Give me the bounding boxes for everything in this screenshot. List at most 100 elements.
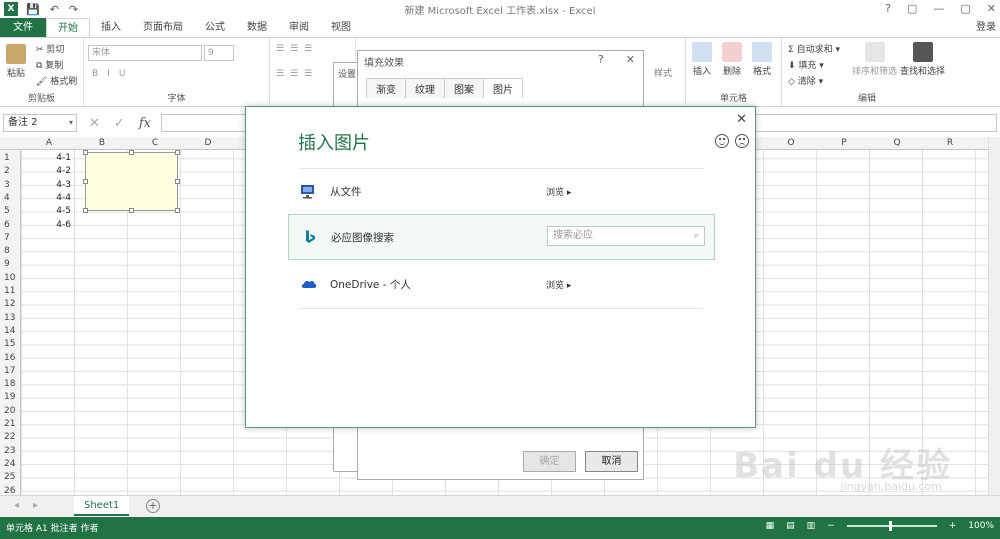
autosum-button[interactable]: Σ 自动求和 ▾: [788, 42, 840, 55]
zoom-level[interactable]: 100%: [968, 521, 994, 531]
row-header[interactable]: 3: [0, 180, 18, 190]
paste-button[interactable]: 粘贴: [6, 44, 26, 79]
delete-cells-button[interactable]: 删除: [722, 42, 742, 77]
insert-function-icon[interactable]: fx: [139, 116, 151, 131]
font-name-select[interactable]: 宋体: [88, 45, 202, 61]
resize-handle[interactable]: [175, 179, 180, 184]
close-icon[interactable]: ✕: [736, 112, 747, 127]
close-window-button[interactable]: ✕: [987, 2, 996, 15]
tab-page-layout[interactable]: 页面布局: [132, 18, 194, 37]
ribbon-display-button[interactable]: ▢: [907, 2, 917, 15]
column-header[interactable]: Q: [887, 137, 907, 150]
tab-formulas[interactable]: 公式: [194, 18, 236, 37]
resize-handle[interactable]: [175, 208, 180, 213]
tab-data[interactable]: 数据: [236, 18, 278, 37]
tab-gradient[interactable]: 渐变: [366, 78, 406, 98]
zoom-slider[interactable]: [846, 521, 937, 531]
add-sheet-button[interactable]: +: [146, 499, 160, 513]
row-header[interactable]: 11: [0, 286, 18, 296]
save-icon[interactable]: 💾: [26, 3, 40, 16]
row-header[interactable]: 9: [0, 259, 18, 269]
bing-search-row[interactable]: 必应图像搜索 搜索必应 ⌕: [288, 214, 715, 260]
row-header[interactable]: 8: [0, 246, 18, 256]
page-layout-icon[interactable]: ▤: [786, 521, 795, 531]
resize-handle[interactable]: [175, 150, 180, 155]
resize-handle[interactable]: [129, 208, 134, 213]
from-file-row[interactable]: 从文件 浏览 ▸: [288, 169, 715, 215]
row-header[interactable]: 15: [0, 339, 18, 349]
row-header[interactable]: 16: [0, 353, 18, 363]
cut-button[interactable]: ✂ 剪切: [36, 42, 64, 55]
row-header[interactable]: 20: [0, 406, 18, 416]
tab-review[interactable]: 审阅: [278, 18, 320, 37]
resize-handle[interactable]: [83, 208, 88, 213]
vertical-scrollbar[interactable]: [988, 137, 1000, 495]
column-header[interactable]: R: [940, 137, 960, 150]
font-style-buttons[interactable]: BIU: [92, 69, 134, 79]
bing-search-input[interactable]: 搜索必应 ⌕: [547, 226, 705, 246]
row-header[interactable]: 19: [0, 392, 18, 402]
prev-sheet-icon[interactable]: ◂: [14, 500, 19, 511]
row-header[interactable]: 12: [0, 299, 18, 309]
fill-close-button[interactable]: ✕: [626, 53, 635, 66]
clear-button[interactable]: ◇ 清除 ▾: [788, 74, 823, 87]
row-header[interactable]: 23: [0, 446, 18, 456]
row-header[interactable]: 21: [0, 419, 18, 429]
align-horizontal-icons[interactable]: ☰☰☰: [276, 69, 318, 79]
align-top-icons[interactable]: ☰☰☰: [276, 44, 318, 54]
row-header[interactable]: 2: [0, 166, 18, 176]
tab-insert[interactable]: 插入: [90, 18, 132, 37]
help-button[interactable]: ?: [885, 2, 891, 15]
browse-link[interactable]: 浏览 ▸: [546, 185, 571, 198]
search-icon[interactable]: ⌕: [694, 227, 699, 245]
row-header[interactable]: 6: [0, 220, 18, 230]
format-cells-button[interactable]: 格式: [752, 42, 772, 77]
sheet-tab[interactable]: Sheet1: [74, 496, 130, 516]
tab-picture[interactable]: 图片: [483, 78, 523, 98]
login-link[interactable]: 登录: [976, 18, 1000, 37]
row-header[interactable]: 26: [0, 486, 18, 496]
font-size-select[interactable]: 9: [204, 45, 234, 61]
column-header[interactable]: D: [198, 137, 218, 150]
zoom-out-icon[interactable]: −: [827, 521, 835, 531]
smile-icon[interactable]: [715, 134, 729, 148]
row-header[interactable]: 14: [0, 326, 18, 336]
ok-button[interactable]: 确定: [523, 451, 576, 472]
cell-a[interactable]: 4-4: [21, 193, 71, 203]
confirm-entry-icon[interactable]: ✓: [114, 116, 125, 131]
column-header[interactable]: P: [834, 137, 854, 150]
row-header[interactable]: 4: [0, 193, 18, 203]
minimize-button[interactable]: —: [933, 2, 944, 15]
row-header[interactable]: 7: [0, 233, 18, 243]
row-header[interactable]: 18: [0, 379, 18, 389]
cell-a[interactable]: 4-3: [21, 180, 71, 190]
cell-a[interactable]: 4-1: [21, 153, 71, 163]
restore-button[interactable]: ▢: [960, 2, 970, 15]
column-header[interactable]: C: [145, 137, 165, 150]
undo-icon[interactable]: ↶: [50, 3, 59, 16]
sort-filter-button[interactable]: 排序和筛选: [852, 42, 897, 77]
row-header[interactable]: 17: [0, 366, 18, 376]
find-select-button[interactable]: 查找和选择: [900, 42, 945, 77]
row-header[interactable]: 22: [0, 432, 18, 442]
page-break-icon[interactable]: ▥: [807, 521, 816, 531]
tab-home[interactable]: 开始: [46, 18, 90, 37]
browse-link[interactable]: 浏览 ▸: [546, 278, 571, 291]
row-header[interactable]: 10: [0, 273, 18, 283]
onedrive-row[interactable]: OneDrive - 个人 浏览 ▸: [288, 262, 715, 308]
row-header[interactable]: 13: [0, 313, 18, 323]
cancel-button[interactable]: 取消: [585, 451, 638, 472]
row-header[interactable]: 25: [0, 472, 18, 482]
column-header[interactable]: A: [39, 137, 59, 150]
tab-texture[interactable]: 纹理: [405, 78, 445, 98]
column-header[interactable]: O: [781, 137, 801, 150]
row-header[interactable]: 5: [0, 206, 18, 216]
column-header[interactable]: B: [92, 137, 112, 150]
copy-button[interactable]: ⧉ 复制: [36, 58, 63, 71]
resize-handle[interactable]: [129, 150, 134, 155]
row-header[interactable]: 1: [0, 153, 18, 163]
cell-a[interactable]: 4-2: [21, 166, 71, 176]
zoom-in-icon[interactable]: +: [949, 521, 957, 531]
tab-view[interactable]: 视图: [320, 18, 362, 37]
resize-handle[interactable]: [83, 150, 88, 155]
